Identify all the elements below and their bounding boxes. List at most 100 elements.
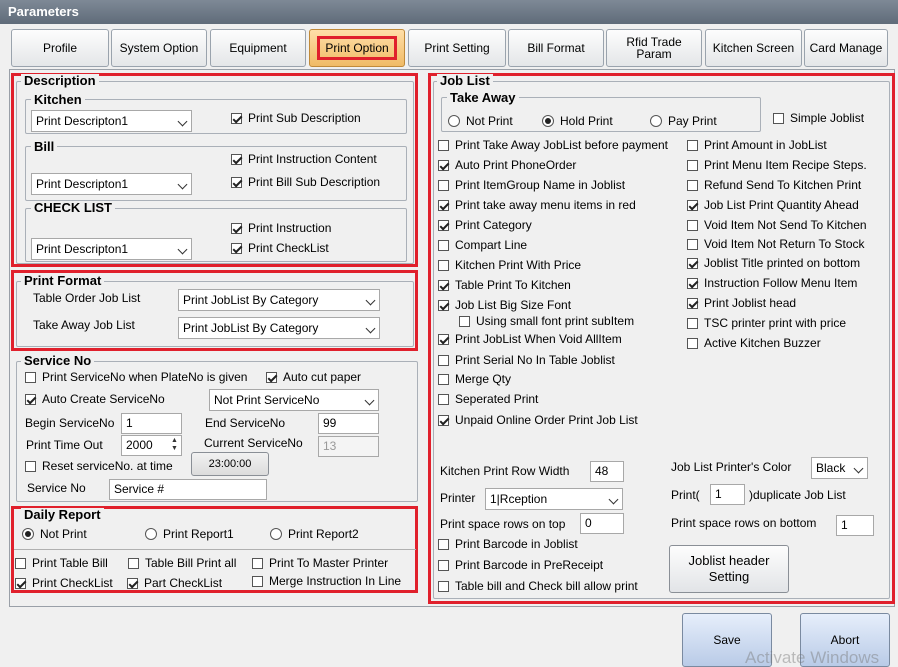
barcode-prereceipt-checkbox[interactable]: Print Barcode in PreReceipt: [438, 558, 603, 572]
tab-rfid-trade-param[interactable]: Rfid Trade Param: [606, 29, 702, 67]
take-away-label: Take Away Job List: [33, 318, 135, 332]
job-option-right-10[interactable]: Active Kitchen Buzzer: [687, 336, 821, 350]
description-title: Description: [21, 74, 99, 88]
job-option-right-3[interactable]: Job List Print Quantity Ahead: [687, 198, 859, 212]
table-bill-check-bill-checkbox[interactable]: Table bill and Check bill allow print: [438, 579, 638, 593]
checkbox-label: Print Joblist head: [704, 296, 797, 310]
checkbox-label: Print Table Bill: [32, 556, 108, 570]
checklist-print-instruction-checkbox[interactable]: Print Instruction: [231, 221, 331, 235]
printer-select[interactable]: 1|Rception: [485, 488, 623, 510]
job-option-left-13[interactable]: Seperated Print: [438, 392, 538, 406]
checkbox-label: Print Bill Sub Description: [248, 175, 381, 189]
simple-joblist-checkbox[interactable]: Simple Joblist: [773, 111, 864, 125]
print-time-out-value: 2000: [126, 438, 153, 452]
take-away-hold-print-radio[interactable]: Hold Print: [542, 114, 613, 128]
tab-system-option[interactable]: System Option: [111, 29, 207, 67]
job-option-left-7[interactable]: Table Print To Kitchen: [438, 278, 571, 292]
auto-cut-paper-checkbox[interactable]: Auto cut paper: [266, 370, 361, 384]
reset-serviceno-checkbox[interactable]: Reset serviceNo. at time: [25, 459, 173, 473]
duplicate-count-input[interactable]: 1: [710, 484, 745, 505]
job-option-left-9[interactable]: Using small font print subItem: [459, 314, 634, 328]
bill-description-select[interactable]: Print Descripton1: [31, 173, 192, 195]
bill-sub-description-checkbox[interactable]: Print Bill Sub Description: [231, 175, 380, 189]
job-option-left-8[interactable]: Job List Big Size Font: [438, 298, 571, 312]
serviceno-print-mode-select[interactable]: Not Print ServiceNo: [209, 389, 379, 411]
daily-print-checklist-checkbox[interactable]: Print CheckList: [15, 576, 113, 590]
job-option-right-4[interactable]: Void Item Not Send To Kitchen: [687, 218, 867, 232]
part-checklist-checkbox[interactable]: Part CheckList: [127, 576, 222, 590]
job-option-left-3[interactable]: Print take away menu items in red: [438, 198, 636, 212]
checkbox-label: Void Item Not Send To Kitchen: [704, 218, 867, 232]
table-order-label: Table Order Job List: [33, 291, 141, 305]
printer-color-select[interactable]: Black: [811, 457, 868, 479]
job-option-right-0[interactable]: Print Amount in JobList: [687, 138, 827, 152]
take-away-joblist-select[interactable]: Print JobList By Category: [178, 317, 380, 339]
begin-serviceno-input[interactable]: 1: [121, 413, 182, 434]
chevron-down-icon: [365, 323, 376, 334]
job-option-left-1[interactable]: Auto Print PhoneOrder: [438, 158, 576, 172]
job-option-left-5[interactable]: Compart Line: [438, 238, 527, 252]
job-option-left-12[interactable]: Merge Qty: [438, 372, 511, 386]
tab-card-manage[interactable]: Card Manage: [804, 29, 888, 67]
job-option-right-6[interactable]: Joblist Title printed on bottom: [687, 256, 860, 270]
job-option-right-8[interactable]: Print Joblist head: [687, 296, 796, 310]
service-no-input[interactable]: Service #: [109, 479, 267, 500]
job-option-right-9[interactable]: TSC printer print with price: [687, 316, 846, 330]
job-option-right-5[interactable]: Void Item Not Return To Stock: [687, 237, 865, 251]
job-option-left-2[interactable]: Print ItemGroup Name in Joblist: [438, 178, 625, 192]
spin-buttons[interactable]: ▲ ▼: [169, 437, 180, 454]
daily-report-print-report2-radio[interactable]: Print Report2: [270, 527, 359, 541]
end-serviceno-input[interactable]: 99: [318, 413, 379, 434]
job-option-left-11[interactable]: Print Serial No In Table Joblist: [438, 353, 615, 367]
tab-equipment[interactable]: Equipment: [210, 29, 306, 67]
checklist-print-checklist-checkbox[interactable]: Print CheckList: [231, 241, 329, 255]
reset-time-button[interactable]: 23:00:00: [191, 452, 269, 476]
job-option-left-4[interactable]: Print Category: [438, 218, 532, 232]
checklist-title: CHECK LIST: [31, 201, 115, 215]
tab-kitchen-screen[interactable]: Kitchen Screen: [705, 29, 802, 67]
checklist-description-select[interactable]: Print Descripton1: [31, 238, 192, 260]
auto-create-serviceno-checkbox[interactable]: Auto Create ServiceNo: [25, 392, 165, 406]
space-top-input[interactable]: 0: [580, 513, 624, 534]
kitchen-sub-description-checkbox[interactable]: Print Sub Description: [231, 111, 361, 125]
print-serviceno-when-plate-checkbox[interactable]: Print ServiceNo when PlateNo is given: [25, 370, 247, 384]
job-option-right-7[interactable]: Instruction Follow Menu Item: [687, 276, 857, 290]
kitchen-description-select[interactable]: Print Descripton1: [31, 110, 192, 132]
job-option-right-1[interactable]: Print Menu Item Recipe Steps.: [687, 158, 867, 172]
print-format-title: Print Format: [21, 274, 105, 288]
tab-print-option[interactable]: Print Option: [309, 29, 405, 67]
kitchen-description-value: Print Descripton1: [36, 114, 129, 128]
print-table-bill-checkbox[interactable]: Print Table Bill: [15, 556, 108, 570]
joblist-header-setting-button[interactable]: Joblist header Setting: [669, 545, 789, 593]
radio-label: Pay Print: [668, 114, 717, 128]
table-bill-print-all-checkbox[interactable]: Table Bill Print all: [128, 556, 236, 570]
barcode-joblist-checkbox[interactable]: Print Barcode in Joblist: [438, 537, 578, 551]
spin-up-icon[interactable]: ▲: [169, 437, 180, 445]
checkbox-label: Auto cut paper: [283, 370, 362, 384]
print-time-out-stepper[interactable]: 2000 ▲ ▼: [121, 435, 182, 456]
merge-instruction-checkbox[interactable]: Merge Instruction In Line: [252, 574, 401, 588]
job-option-left-0[interactable]: Print Take Away JobList before payment: [438, 138, 668, 152]
checkbox-unchecked-icon: [687, 317, 698, 329]
take-away-pay-print-radio[interactable]: Pay Print: [650, 114, 717, 128]
daily-report-print-report1-radio[interactable]: Print Report1: [145, 527, 234, 541]
table-order-joblist-select[interactable]: Print JobList By Category: [178, 289, 380, 311]
checkbox-label: Instruction Follow Menu Item: [704, 276, 858, 290]
space-bottom-input[interactable]: 1: [836, 515, 874, 536]
row-width-input[interactable]: 48: [590, 461, 624, 482]
tab-profile[interactable]: Profile: [11, 29, 109, 67]
spin-down-icon[interactable]: ▼: [169, 445, 180, 453]
radio-selected-icon: [542, 115, 554, 127]
checkbox-label: Refund Send To Kitchen Print: [704, 178, 862, 192]
radio-label: Hold Print: [560, 114, 613, 128]
job-option-left-6[interactable]: Kitchen Print With Price: [438, 258, 581, 272]
daily-report-not-print-radio[interactable]: Not Print: [22, 527, 87, 541]
tab-print-setting[interactable]: Print Setting: [408, 29, 506, 67]
take-away-not-print-radio[interactable]: Not Print: [448, 114, 513, 128]
print-to-master-printer-checkbox[interactable]: Print To Master Printer: [252, 556, 388, 570]
bill-instruction-content-checkbox[interactable]: Print Instruction Content: [231, 152, 377, 166]
job-option-left-14[interactable]: Unpaid Online Order Print Job List: [438, 413, 638, 427]
job-option-left-10[interactable]: Print JobList When Void AllItem: [438, 332, 622, 346]
tab-bill-format[interactable]: Bill Format: [508, 29, 604, 67]
job-option-right-2[interactable]: Refund Send To Kitchen Print: [687, 178, 861, 192]
